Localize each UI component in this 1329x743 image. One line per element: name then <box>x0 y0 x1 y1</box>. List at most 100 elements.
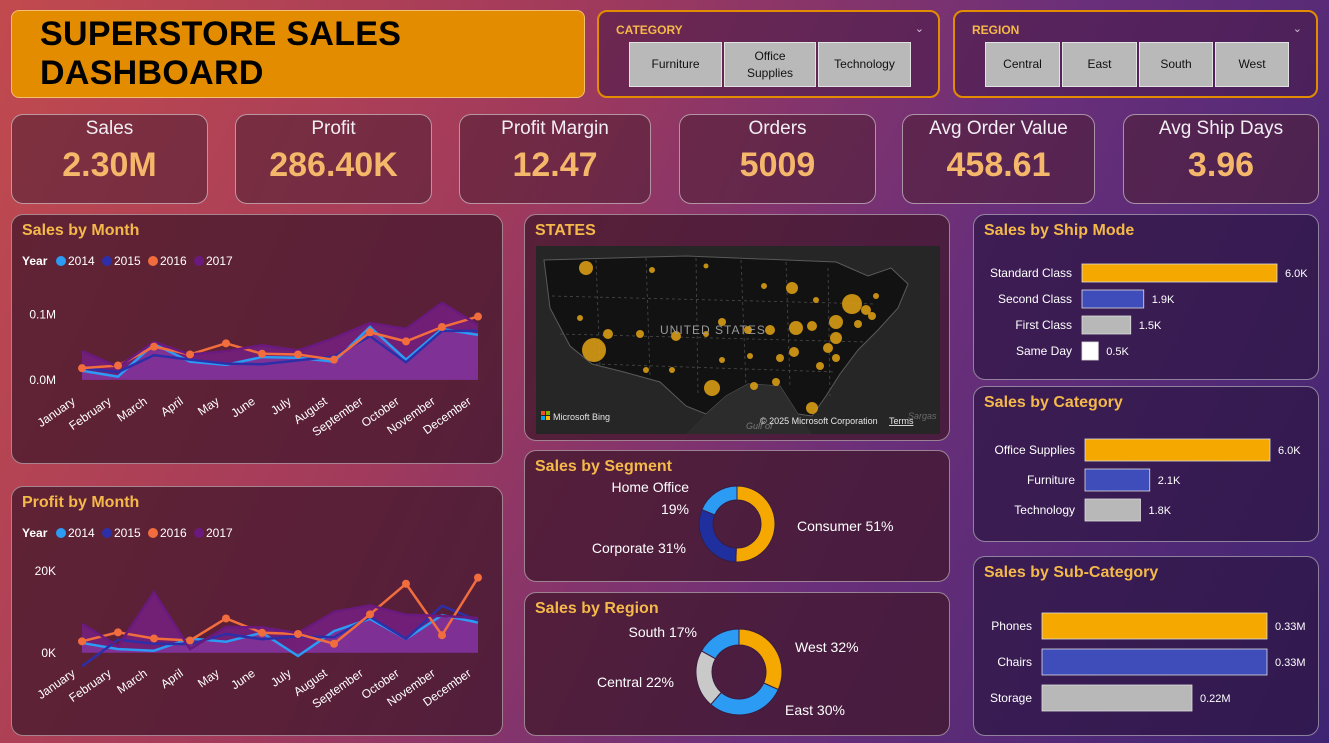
chevron-down-icon[interactable]: ⌄ <box>1293 22 1302 35</box>
legend-marker-2017[interactable] <box>194 256 204 266</box>
map-bubble[interactable] <box>577 315 583 321</box>
map-bubble[interactable] <box>579 261 593 275</box>
map-bubble[interactable] <box>816 362 824 370</box>
point-2016[interactable] <box>186 636 194 645</box>
map-bubble[interactable] <box>786 282 798 294</box>
legend-label-2016[interactable]: 2016 <box>160 526 187 540</box>
legend-label-2015[interactable]: 2015 <box>114 254 141 268</box>
point-2016[interactable] <box>114 628 122 637</box>
legend-marker-2016[interactable] <box>148 256 158 266</box>
point-2016[interactable] <box>438 631 446 640</box>
slice-consumer[interactable] <box>735 485 776 563</box>
legend-marker-2015[interactable] <box>102 256 112 266</box>
legend-label-2017[interactable]: 2017 <box>206 254 233 268</box>
map-bubble[interactable] <box>649 267 655 273</box>
map-bubble[interactable] <box>636 330 644 338</box>
slice-east[interactable] <box>710 682 779 716</box>
map-bubble[interactable] <box>747 353 753 359</box>
map-bubble[interactable] <box>772 378 780 386</box>
point-2016[interactable] <box>222 339 230 348</box>
legend-label-2016[interactable]: 2016 <box>160 254 187 268</box>
region-option-south[interactable]: South <box>1139 42 1213 87</box>
category-option-office-supplies[interactable]: Office Supplies <box>724 42 816 87</box>
map-bubble[interactable] <box>669 367 675 373</box>
map-bubble[interactable] <box>643 367 649 373</box>
bar-3[interactable] <box>1081 341 1099 361</box>
point-2016[interactable] <box>366 610 374 619</box>
slice-central[interactable] <box>695 650 722 706</box>
map-bubble[interactable] <box>704 380 720 396</box>
map-bubble[interactable] <box>829 315 843 329</box>
point-2016[interactable] <box>366 328 374 337</box>
bar-2[interactable] <box>1084 498 1141 522</box>
legend-marker-2016[interactable] <box>148 528 158 538</box>
point-2016[interactable] <box>78 364 86 373</box>
point-2016[interactable] <box>474 573 482 582</box>
map-bubble[interactable] <box>761 283 767 289</box>
region-option-west[interactable]: West <box>1215 42 1289 87</box>
map-bubble[interactable] <box>832 354 840 362</box>
slice-corporate[interactable] <box>698 508 737 563</box>
legend-label-2014[interactable]: 2014 <box>68 254 95 268</box>
map-bubble[interactable] <box>789 321 803 335</box>
point-2016[interactable] <box>150 342 158 351</box>
point-2016[interactable] <box>474 312 482 321</box>
legend-label-2014[interactable]: 2014 <box>68 526 95 540</box>
point-2016[interactable] <box>402 579 410 588</box>
map-bubble[interactable] <box>813 297 819 303</box>
region-option-central[interactable]: Central <box>985 42 1060 87</box>
chevron-down-icon[interactable]: ⌄ <box>915 22 924 35</box>
map-bubble[interactable] <box>830 332 842 344</box>
map-canvas[interactable]: UNITED STATES Gulf of Sargas Microsoft B… <box>536 246 940 434</box>
slice-home-office[interactable] <box>701 485 738 516</box>
bar-1[interactable] <box>1084 468 1151 492</box>
legend-marker-2017[interactable] <box>194 528 204 538</box>
map-terms-link[interactable]: Terms <box>889 416 914 426</box>
us-map[interactable]: UNITED STATES Gulf of Sargas Microsoft B… <box>536 246 940 434</box>
bar-2[interactable] <box>1041 684 1193 712</box>
point-2016[interactable] <box>150 634 158 643</box>
point-2016[interactable] <box>330 639 338 648</box>
point-2016[interactable] <box>222 614 230 623</box>
bar-0[interactable] <box>1081 263 1278 283</box>
point-2016[interactable] <box>402 337 410 346</box>
map-bubble[interactable] <box>603 329 613 339</box>
map-bubble[interactable] <box>807 321 817 331</box>
legend-marker-2014[interactable] <box>56 528 66 538</box>
bar-2[interactable] <box>1081 315 1132 335</box>
slice-west[interactable] <box>738 628 783 691</box>
category-option-technology[interactable]: Technology <box>818 42 911 87</box>
legend-marker-2014[interactable] <box>56 256 66 266</box>
map-bubble[interactable] <box>854 320 862 328</box>
category-option-furniture[interactable]: Furniture <box>629 42 722 87</box>
slice-south[interactable] <box>700 628 740 660</box>
point-2016[interactable] <box>330 355 338 364</box>
point-2016[interactable] <box>258 628 266 637</box>
legend-marker-2015[interactable] <box>102 528 112 538</box>
bar-0[interactable] <box>1041 612 1268 640</box>
map-bubble[interactable] <box>868 312 876 320</box>
legend-label-2015[interactable]: 2015 <box>114 526 141 540</box>
bar-0[interactable] <box>1084 438 1271 462</box>
point-2016[interactable] <box>114 361 122 370</box>
map-bubble[interactable] <box>806 402 818 414</box>
map-bubble[interactable] <box>765 325 775 335</box>
map-bubble[interactable] <box>703 263 709 269</box>
bar-1[interactable] <box>1041 648 1268 676</box>
point-2016[interactable] <box>258 349 266 358</box>
point-2016[interactable] <box>78 637 86 646</box>
bar-1[interactable] <box>1081 289 1145 309</box>
map-bubble[interactable] <box>719 357 725 363</box>
point-2016[interactable] <box>438 323 446 332</box>
point-2016[interactable] <box>186 350 194 359</box>
legend-label-2017[interactable]: 2017 <box>206 526 233 540</box>
map-bubble[interactable] <box>582 338 606 362</box>
map-bubble[interactable] <box>873 293 879 299</box>
point-2016[interactable] <box>294 350 302 359</box>
map-bubble[interactable] <box>842 294 862 314</box>
map-bubble[interactable] <box>750 382 758 390</box>
region-option-east[interactable]: East <box>1062 42 1137 87</box>
map-bubble[interactable] <box>789 347 799 357</box>
map-bubble[interactable] <box>823 343 833 353</box>
map-bubble[interactable] <box>776 354 784 362</box>
